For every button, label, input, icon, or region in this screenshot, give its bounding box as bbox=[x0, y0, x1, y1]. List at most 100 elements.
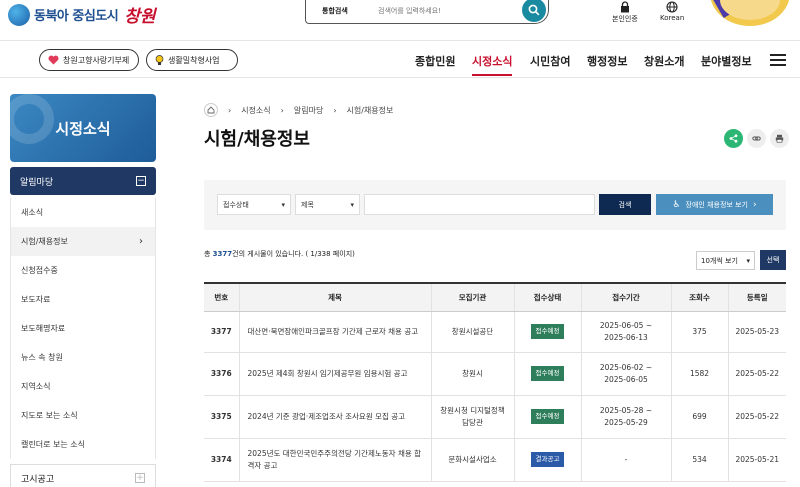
cell-title-link[interactable]: 2025년도 대한민국민주주의전당 기간제노동자 채용 합 격자 공고 bbox=[238, 438, 431, 482]
collapse-icon: − bbox=[136, 175, 146, 186]
search-filter: 접수상태 ▾ 제목 ▾ 검색 ♿ 장애인 채용정보 보기 › bbox=[204, 180, 786, 230]
menu-about[interactable]: 창원소개 bbox=[644, 53, 684, 69]
sidebar-group-notice[interactable]: 알림마당 − bbox=[10, 167, 156, 195]
logo-text: 동북아 중심도시 bbox=[34, 9, 119, 24]
cell-title-link[interactable]: 2024년 기준 광업·제조업조사 조사요원 모집 공고 bbox=[238, 395, 431, 439]
sidebar-item-label: 뉴스 속 창원 bbox=[21, 353, 63, 362]
per-page-apply-button[interactable]: 선택 bbox=[760, 250, 786, 270]
print-icon bbox=[775, 134, 784, 143]
table-row[interactable]: 3377 대산면·북면장애인파크골프장 기간제 근로자 채용 공고 창원시설공단… bbox=[204, 311, 786, 353]
sidebar-group-announcements[interactable]: 고시공고 + bbox=[10, 464, 156, 487]
menu-participation[interactable]: 시민참여 bbox=[530, 53, 570, 69]
search-button[interactable] bbox=[522, 0, 546, 22]
period-end: 2025-05-29 bbox=[604, 417, 648, 427]
chevron-down-icon: ▾ bbox=[746, 256, 750, 265]
breadcrumb-item[interactable]: 알림마당 bbox=[294, 105, 323, 116]
language-label: Korean bbox=[660, 14, 685, 22]
sidebar-item-press-clarification[interactable]: 보도해명자료 bbox=[11, 314, 155, 343]
sidebar-title-text: 시정소식 bbox=[55, 119, 111, 138]
table-row[interactable]: 3374 2025년도 대한민국민주주의전당 기간제노동자 채용 합 격자 공고 … bbox=[204, 438, 786, 482]
cell-title-link[interactable]: 2025년 제4회 창원시 임기제공무원 임용시험 공고 bbox=[238, 352, 431, 396]
chevron-down-icon: ▾ bbox=[281, 200, 285, 209]
language-select[interactable]: Korean bbox=[660, 0, 684, 22]
filter-search-button[interactable]: 검색 bbox=[599, 194, 651, 215]
cell-views: 375 bbox=[670, 311, 728, 353]
cell-period: 2025-06-05 ~ 2025-06-13 bbox=[580, 311, 671, 353]
period-end: 2025-06-05 bbox=[604, 374, 648, 384]
col-header: 접수기간 bbox=[580, 282, 671, 312]
select-value: 10개씩 보기 bbox=[701, 256, 738, 265]
count-suffix: 건의 게시물이 있습니다. ( 1/338 페이지) bbox=[232, 250, 355, 258]
sidebar-item-applications[interactable]: 신청접수중 bbox=[11, 256, 155, 285]
logo-script: 창원 bbox=[124, 7, 156, 27]
sidebar-item-label: 보도자료 bbox=[21, 295, 51, 304]
table-row[interactable]: 3376 2025년 제4회 창원시 임기제공무원 임용시험 공고 창원시 접수… bbox=[204, 352, 786, 396]
search-bar: 통합검색 bbox=[305, 0, 549, 24]
share-button[interactable] bbox=[724, 129, 743, 148]
auth-label: 본인인증 bbox=[612, 15, 638, 23]
globe-icon bbox=[666, 1, 678, 13]
cell-date: 2025-05-22 bbox=[727, 395, 786, 439]
home-icon[interactable] bbox=[204, 103, 218, 117]
heart-icon bbox=[48, 55, 59, 65]
cell-date: 2025-05-21 bbox=[727, 438, 786, 482]
sidebar-item-press[interactable]: 보도자료 bbox=[11, 285, 155, 314]
sidebar-item-map-news[interactable]: 지도로 보는 소식 bbox=[11, 401, 155, 430]
table-row[interactable]: 3375 2024년 기준 광업·제조업조사 조사요원 모집 공고 창원시청 디… bbox=[204, 395, 786, 439]
hamburger-menu-icon[interactable] bbox=[770, 54, 786, 66]
sidebar-item-local-news[interactable]: 지역소식 bbox=[11, 372, 155, 401]
menu-by-field[interactable]: 분야별정보 bbox=[701, 53, 752, 69]
sidebar-item-news[interactable]: 새소식 bbox=[11, 198, 155, 227]
wheelchair-icon: ♿ bbox=[672, 199, 681, 210]
cell-status: 접수예정 bbox=[513, 395, 581, 439]
table-header-row: 번호 제목 모집기관 접수상태 접수기간 조회수 등록일 bbox=[204, 282, 786, 312]
chevron-right-icon: › bbox=[228, 105, 232, 115]
org-line: 담당관 bbox=[462, 417, 483, 427]
search-input[interactable] bbox=[378, 6, 518, 15]
cell-period: 2025-05-28 ~ 2025-05-29 bbox=[580, 395, 671, 439]
print-button[interactable] bbox=[770, 129, 789, 148]
cell-title-link[interactable]: 대산면·북면장애인파크골프장 기간제 근로자 채용 공고 bbox=[238, 311, 431, 353]
sidebar-item-news-changwon[interactable]: 뉴스 속 창원 bbox=[11, 343, 155, 372]
breadcrumb-item[interactable]: 시정소식 bbox=[241, 105, 270, 116]
per-page-select[interactable]: 10개씩 보기 ▾ bbox=[696, 251, 755, 270]
cell-status: 결과공고 bbox=[513, 438, 581, 482]
breadcrumb-item[interactable]: 시험/채용정보 bbox=[347, 105, 394, 116]
col-header: 모집기관 bbox=[430, 282, 514, 312]
status-select[interactable]: 접수상태 ▾ bbox=[217, 194, 291, 215]
menu-city-news[interactable]: 시정소식 bbox=[472, 53, 513, 76]
sidebar-item-recruitment[interactable]: 시험/채용정보 › bbox=[11, 227, 155, 256]
sidebar-group-label: 고시공고 bbox=[21, 474, 55, 485]
col-header: 등록일 bbox=[727, 282, 786, 312]
recruitment-table: 번호 제목 모집기관 접수상태 접수기간 조회수 등록일 3377 대산면·북면… bbox=[204, 282, 786, 482]
chevron-right-icon: › bbox=[280, 105, 284, 115]
pill-label: 창원고향사랑기부제 bbox=[63, 55, 130, 65]
local-project-button[interactable]: 생활밀착형사업 bbox=[146, 49, 238, 71]
sidebar-item-label: 보도해명자료 bbox=[21, 324, 66, 333]
search-category[interactable]: 통합검색 bbox=[322, 6, 364, 16]
select-value: 접수상태 bbox=[223, 200, 249, 209]
site-logo[interactable]: 동북아 중심도시 창원 bbox=[8, 2, 156, 27]
menu-administration[interactable]: 행정정보 bbox=[587, 53, 627, 69]
sidebar-title: 시정소식 bbox=[10, 94, 156, 162]
sidebar-item-label: 시험/채용정보 bbox=[21, 237, 68, 246]
chevron-right-icon: › bbox=[139, 236, 143, 247]
menu-civil-service[interactable]: 종합민원 bbox=[415, 53, 455, 69]
count-total: 3377 bbox=[212, 250, 233, 258]
col-header: 번호 bbox=[204, 282, 239, 312]
cell-views: 534 bbox=[670, 438, 728, 482]
sidebar-item-calendar-news[interactable]: 캘린더로 보는 소식 bbox=[11, 430, 155, 459]
period-end: 2025-06-13 bbox=[604, 332, 648, 342]
hometown-donation-button[interactable]: 창원고향사랑기부제 bbox=[39, 49, 139, 71]
auth-button[interactable]: 본인인증 bbox=[612, 0, 638, 24]
cell-period: 2025-06-02 ~ 2025-06-05 bbox=[580, 352, 671, 396]
count-prefix: 총 bbox=[204, 250, 213, 258]
keyword-input[interactable] bbox=[364, 194, 595, 215]
page-actions bbox=[724, 129, 789, 148]
disabled-recruitment-button[interactable]: ♿ 장애인 채용정보 보기 › bbox=[656, 194, 773, 215]
lightbulb-icon bbox=[155, 54, 164, 65]
period-start: 2025-06-02 ~ bbox=[599, 362, 653, 372]
cell-date: 2025-05-22 bbox=[727, 352, 786, 396]
field-select[interactable]: 제목 ▾ bbox=[295, 194, 360, 215]
copy-link-button[interactable] bbox=[747, 129, 766, 148]
